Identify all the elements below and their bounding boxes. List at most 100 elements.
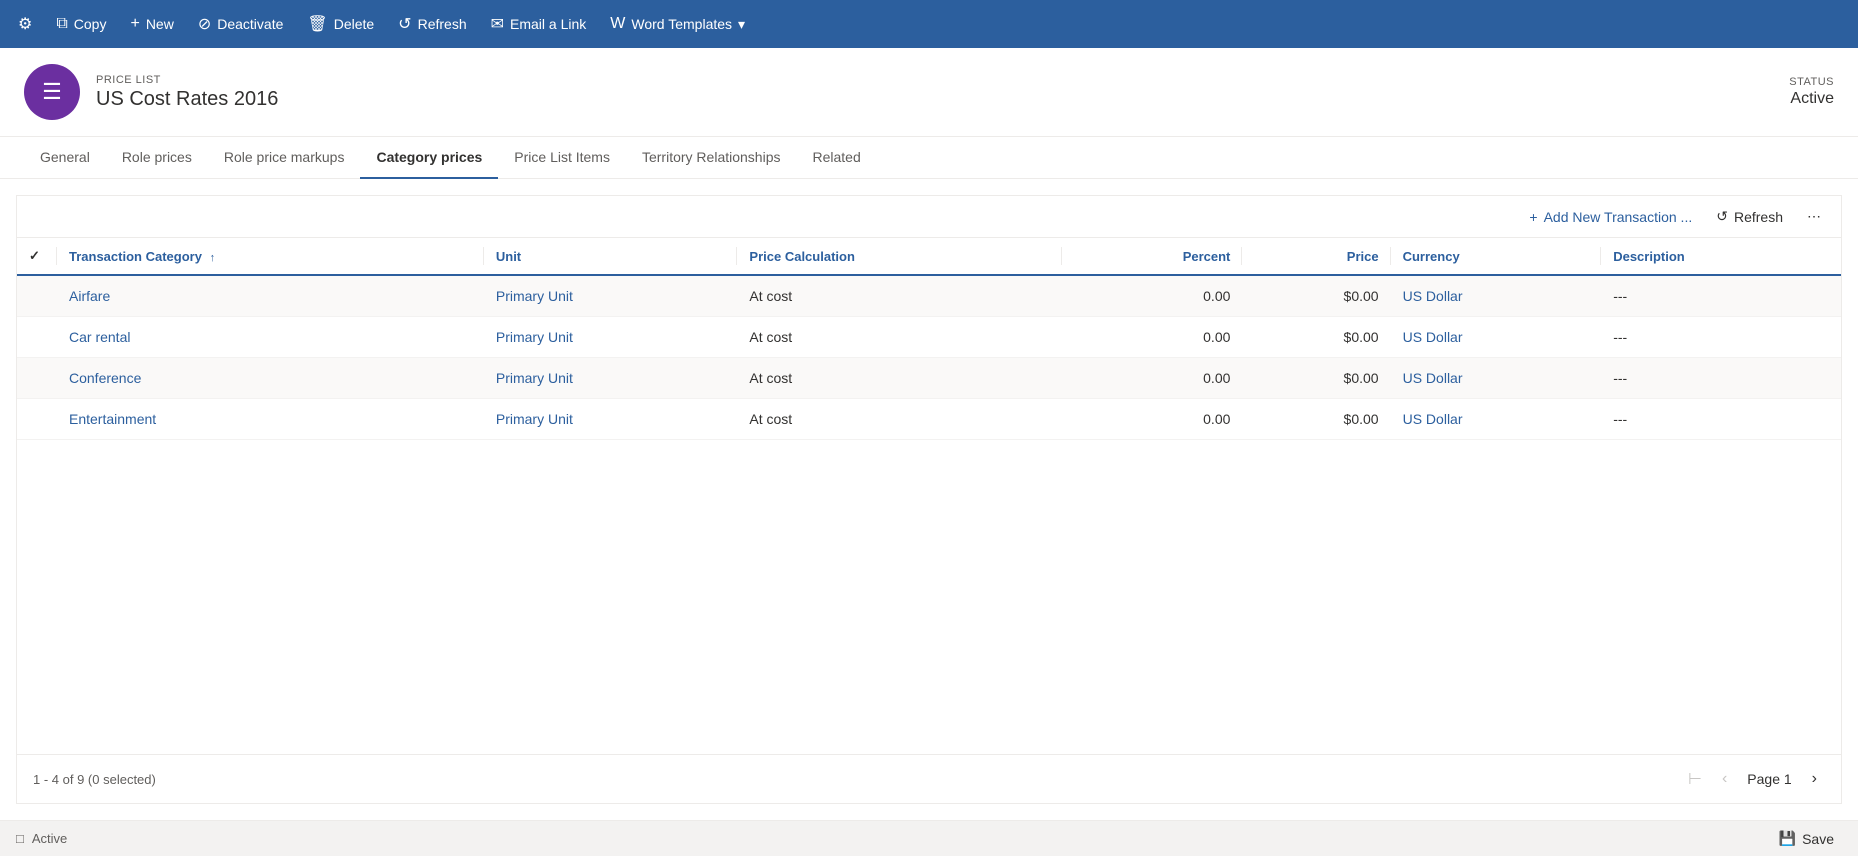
save-button[interactable]: 💾 Save [1771, 826, 1842, 851]
row-currency[interactable]: US Dollar [1391, 399, 1602, 440]
tab-territory-relationships[interactable]: Territory Relationships [626, 137, 797, 179]
grid-toolbar: + Add New Transaction ... ↺ Refresh ⋯ [17, 196, 1841, 238]
row-unit[interactable]: Primary Unit [484, 317, 738, 358]
row-category[interactable]: Car rental [57, 317, 484, 358]
settings-button[interactable]: ⚙ [8, 8, 42, 40]
row-category[interactable]: Conference [57, 358, 484, 399]
delete-icon: 🗑 [307, 14, 327, 34]
row-category[interactable]: Airfare [57, 275, 484, 317]
row-check[interactable] [17, 399, 57, 440]
toolbar: ⚙ ⧉ Copy + New ⊘ Deactivate 🗑 Delete ↺ R… [0, 0, 1858, 48]
sort-icon: ↑ [210, 252, 216, 264]
row-unit[interactable]: Primary Unit [484, 275, 738, 317]
word-templates-button[interactable]: W Word Templates ▾ [600, 9, 755, 39]
tab-role-prices[interactable]: Role prices [106, 137, 208, 179]
table-row[interactable]: Entertainment Primary Unit At cost 0.00 … [17, 399, 1841, 440]
row-check[interactable] [17, 317, 57, 358]
select-all-column[interactable]: ✓ [17, 238, 57, 275]
email-label: Email a Link [510, 16, 586, 32]
tab-category-prices[interactable]: Category prices [360, 137, 498, 179]
row-check[interactable] [17, 275, 57, 317]
row-price-calculation: At cost [737, 358, 1062, 399]
tab-price-list-items[interactable]: Price List Items [498, 137, 626, 179]
tab-related[interactable]: Related [796, 137, 876, 179]
dropdown-icon: ▾ [738, 16, 745, 33]
category-prices-table: ✓ Transaction Category ↑ Unit Price Calc… [17, 238, 1841, 440]
percent-column[interactable]: Percent [1062, 238, 1242, 275]
add-new-transaction-button[interactable]: + Add New Transaction ... [1521, 205, 1700, 229]
price-column[interactable]: Price [1242, 238, 1390, 275]
record-status-section: Status Active [1789, 76, 1834, 108]
checkmark-icon: ✓ [29, 248, 40, 263]
pagination: 1 - 4 of 9 (0 selected) ⊢ ‹ Page 1 › [17, 754, 1841, 803]
pagination-controls: ⊢ ‹ Page 1 › [1680, 765, 1825, 793]
row-currency[interactable]: US Dollar [1391, 317, 1602, 358]
row-price: $0.00 [1242, 275, 1390, 317]
record-name: US Cost Rates 2016 [96, 88, 1789, 111]
status-label: Status [1789, 76, 1834, 88]
row-check[interactable] [17, 358, 57, 399]
grid-refresh-icon: ↺ [1716, 208, 1728, 225]
table-body: Airfare Primary Unit At cost 0.00 $0.00 … [17, 275, 1841, 440]
data-table: ✓ Transaction Category ↑ Unit Price Calc… [17, 238, 1841, 754]
first-page-button[interactable]: ⊢ [1680, 765, 1710, 793]
status-bar-icon: □ [16, 831, 24, 846]
word-label: Word Templates [631, 16, 732, 32]
row-percent: 0.00 [1062, 399, 1242, 440]
row-percent: 0.00 [1062, 275, 1242, 317]
delete-button[interactable]: 🗑 Delete [297, 8, 384, 40]
grid-refresh-label: Refresh [1734, 209, 1783, 225]
save-label: Save [1802, 831, 1834, 847]
row-percent: 0.00 [1062, 358, 1242, 399]
record-type: PRICE LIST [96, 74, 1789, 86]
page-label: Page 1 [1739, 771, 1799, 787]
transaction-category-column[interactable]: Transaction Category ↑ [57, 238, 484, 275]
deactivate-button[interactable]: ⊘ Deactivate [188, 8, 294, 40]
word-icon: W [610, 15, 625, 33]
email-link-button[interactable]: ✉ Email a Link [481, 8, 597, 40]
refresh-button[interactable]: ↺ Refresh [388, 8, 476, 40]
row-price: $0.00 [1242, 317, 1390, 358]
status-bar-left: □ Active [16, 831, 67, 846]
description-column[interactable]: Description [1601, 238, 1841, 275]
row-unit[interactable]: Primary Unit [484, 358, 738, 399]
table-row[interactable]: Airfare Primary Unit At cost 0.00 $0.00 … [17, 275, 1841, 317]
grid-refresh-button[interactable]: ↺ Refresh [1708, 204, 1791, 229]
row-currency[interactable]: US Dollar [1391, 275, 1602, 317]
row-description: --- [1601, 275, 1841, 317]
copy-button[interactable]: ⧉ Copy [46, 9, 116, 39]
refresh-icon: ↺ [398, 14, 411, 34]
row-description: --- [1601, 317, 1841, 358]
tab-role-price-markups[interactable]: Role price markups [208, 137, 361, 179]
row-description: --- [1601, 399, 1841, 440]
table-row[interactable]: Car rental Primary Unit At cost 0.00 $0.… [17, 317, 1841, 358]
status-bar: □ Active 💾 Save [0, 820, 1858, 856]
record-info: PRICE LIST US Cost Rates 2016 [96, 74, 1789, 111]
row-currency[interactable]: US Dollar [1391, 358, 1602, 399]
more-icon: ⋯ [1807, 208, 1821, 225]
tab-general[interactable]: General [24, 137, 106, 179]
status-bar-right: 💾 Save [1771, 826, 1842, 851]
add-label: Add New Transaction ... [1544, 209, 1693, 225]
grid-section: + Add New Transaction ... ↺ Refresh ⋯ ✓ [16, 195, 1842, 804]
row-price-calculation: At cost [737, 317, 1062, 358]
table-row[interactable]: Conference Primary Unit At cost 0.00 $0.… [17, 358, 1841, 399]
new-button[interactable]: + New [120, 9, 183, 39]
row-percent: 0.00 [1062, 317, 1242, 358]
copy-label: Copy [74, 16, 107, 32]
prev-page-button[interactable]: ‹ [1714, 766, 1735, 792]
refresh-label: Refresh [418, 16, 467, 32]
grid-more-button[interactable]: ⋯ [1799, 204, 1829, 229]
row-price: $0.00 [1242, 399, 1390, 440]
delete-label: Delete [334, 16, 374, 32]
currency-column[interactable]: Currency [1391, 238, 1602, 275]
price-calculation-column[interactable]: Price Calculation [737, 238, 1062, 275]
row-description: --- [1601, 358, 1841, 399]
row-category[interactable]: Entertainment [57, 399, 484, 440]
row-unit[interactable]: Primary Unit [484, 399, 738, 440]
copy-icon: ⧉ [56, 15, 67, 33]
main-content: ☰ PRICE LIST US Cost Rates 2016 Status A… [0, 48, 1858, 820]
unit-column[interactable]: Unit [484, 238, 738, 275]
status-bar-text: Active [32, 831, 67, 846]
next-page-button[interactable]: › [1804, 766, 1825, 792]
